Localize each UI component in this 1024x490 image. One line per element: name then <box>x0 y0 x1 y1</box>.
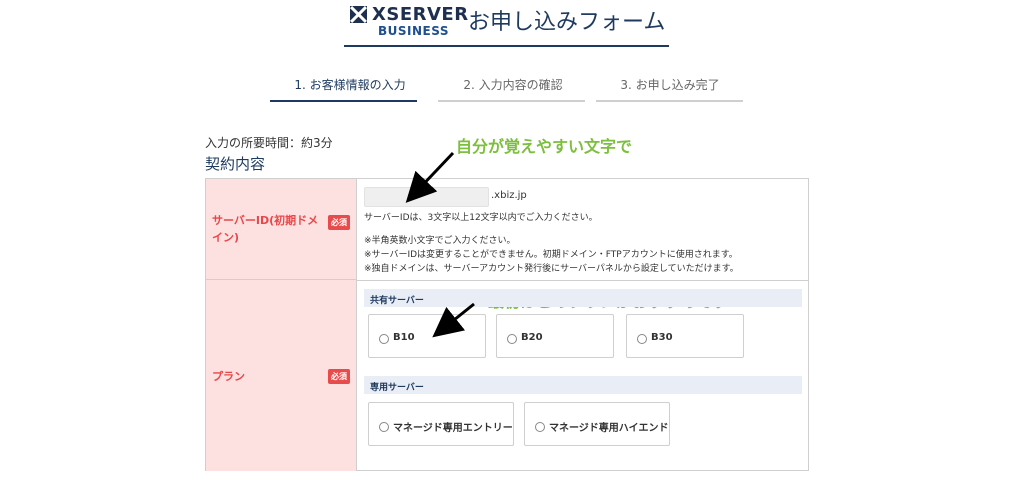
arrow-to-server-id <box>405 151 455 203</box>
annotation-arrows <box>405 151 475 338</box>
arrow-to-b10 <box>432 302 475 338</box>
